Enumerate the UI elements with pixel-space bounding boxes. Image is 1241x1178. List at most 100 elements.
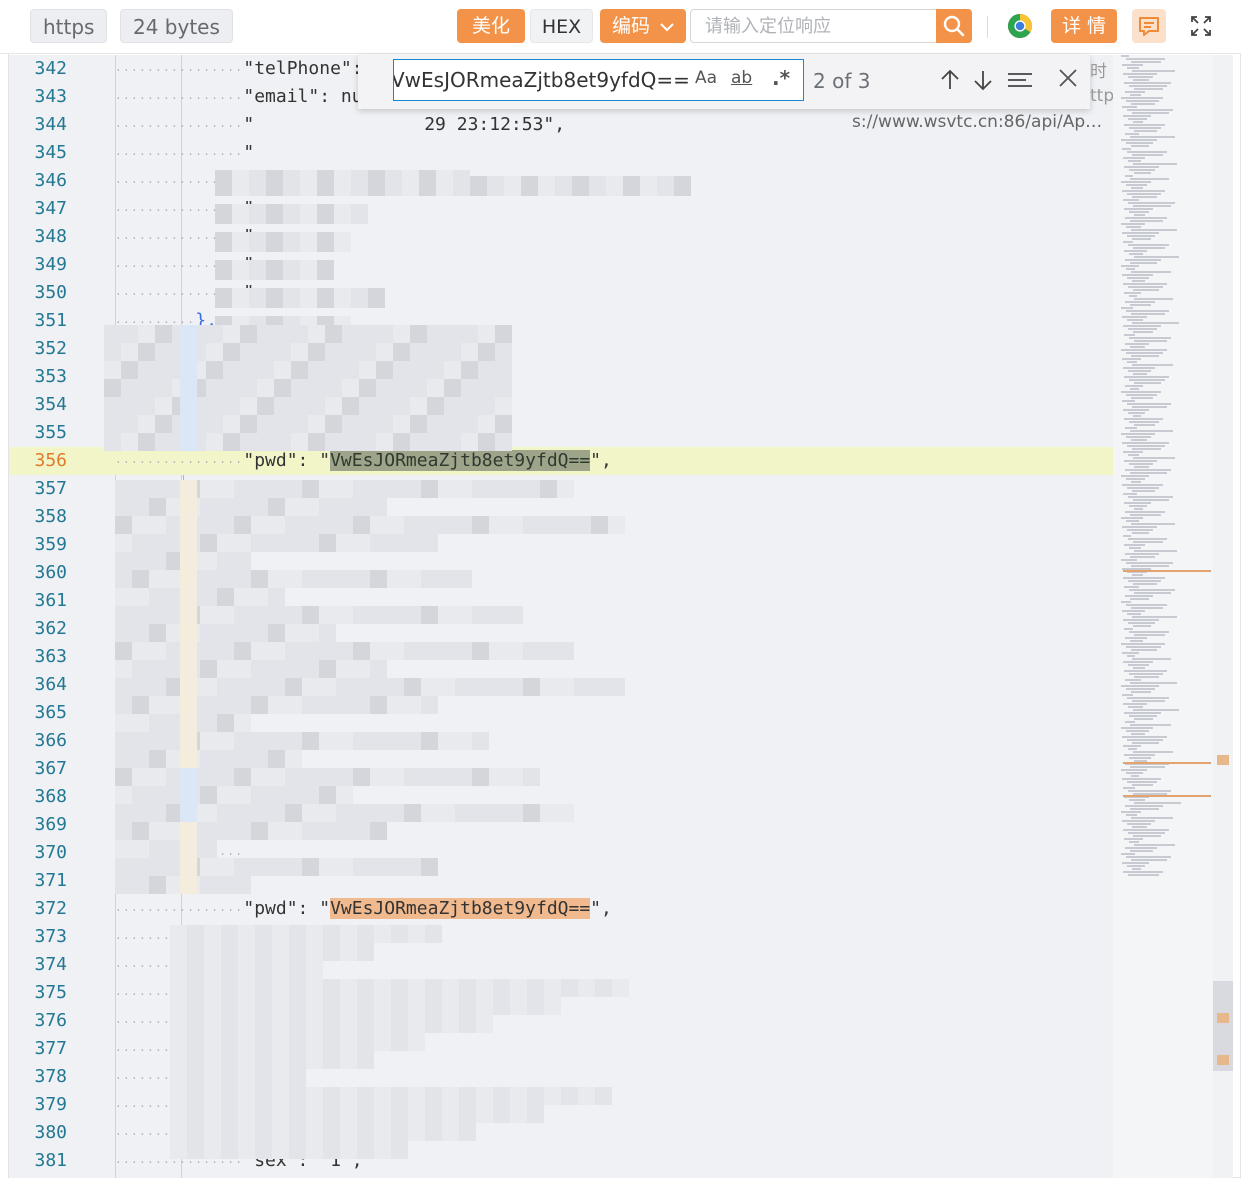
line-number[interactable]: 349 bbox=[9, 251, 67, 279]
blur-block bbox=[268, 858, 285, 876]
line-number[interactable]: 373 bbox=[9, 923, 67, 951]
line-number[interactable]: 380 bbox=[9, 1119, 67, 1147]
minimap-line bbox=[1126, 226, 1141, 228]
blur-block bbox=[200, 678, 217, 696]
line-number[interactable]: 379 bbox=[9, 1091, 67, 1119]
minimap[interactable] bbox=[1113, 55, 1213, 1178]
blur-block bbox=[234, 606, 251, 624]
encoding-dropdown[interactable]: 编码 bbox=[600, 9, 686, 43]
line-number[interactable]: 342 bbox=[9, 55, 67, 83]
line-number[interactable]: 368 bbox=[9, 783, 67, 811]
line-number[interactable]: 360 bbox=[9, 559, 67, 587]
blur-block bbox=[251, 822, 268, 840]
line-number[interactable]: 350 bbox=[9, 279, 67, 307]
blur-block bbox=[221, 943, 238, 961]
line-number[interactable]: 369 bbox=[9, 811, 67, 839]
minimap-line bbox=[1122, 484, 1163, 486]
hex-button[interactable]: HEX bbox=[530, 9, 593, 43]
line-number[interactable]: 346 bbox=[9, 167, 67, 195]
blur-block bbox=[234, 732, 251, 750]
minimap-line bbox=[1128, 244, 1169, 246]
line-number[interactable]: 347 bbox=[9, 195, 67, 223]
close-find-button[interactable] bbox=[1056, 66, 1082, 92]
find-in-selection-button[interactable] bbox=[1006, 67, 1032, 93]
line-number[interactable]: 363 bbox=[9, 643, 67, 671]
line-number[interactable]: 348 bbox=[9, 223, 67, 251]
minimap-line bbox=[1132, 322, 1179, 324]
blur-block bbox=[200, 534, 217, 552]
minimap-line bbox=[1128, 286, 1163, 288]
blur-block bbox=[268, 588, 285, 606]
blur-block bbox=[319, 570, 336, 588]
line-number[interactable]: 364 bbox=[9, 671, 67, 699]
beautify-button[interactable]: 美化 bbox=[457, 9, 525, 43]
blur-block bbox=[274, 325, 291, 343]
minimap-line bbox=[1125, 133, 1139, 135]
line-number[interactable]: 357 bbox=[9, 475, 67, 503]
line-number[interactable]: 344 bbox=[9, 111, 67, 139]
minimap-line bbox=[1129, 547, 1141, 549]
vertical-scrollbar[interactable] bbox=[1213, 55, 1233, 1178]
next-match-button[interactable] bbox=[970, 67, 996, 93]
blur-block bbox=[427, 325, 444, 343]
blur-block bbox=[180, 786, 197, 804]
line-number[interactable]: 374 bbox=[9, 951, 67, 979]
blur-block bbox=[472, 516, 489, 534]
line-number[interactable]: 356 bbox=[9, 447, 67, 475]
line-number[interactable]: 371 bbox=[9, 867, 67, 895]
blur-block bbox=[215, 232, 232, 252]
blur-block bbox=[255, 961, 272, 979]
line-number[interactable]: 352 bbox=[9, 335, 67, 363]
line-number[interactable]: 355 bbox=[9, 419, 67, 447]
line-number[interactable]: 362 bbox=[9, 615, 67, 643]
line-number[interactable]: 367 bbox=[9, 755, 67, 783]
line-number[interactable]: 358 bbox=[9, 503, 67, 531]
minimap-line bbox=[1131, 481, 1141, 483]
blur-block bbox=[221, 925, 238, 943]
minimap-line bbox=[1130, 346, 1145, 348]
line-number[interactable]: 370 bbox=[9, 839, 67, 867]
blur-block bbox=[187, 1105, 204, 1123]
line-number[interactable]: 365 bbox=[9, 699, 67, 727]
blur-block bbox=[268, 570, 285, 588]
blur-block bbox=[234, 480, 251, 498]
match-case-toggle[interactable]: Aa bbox=[695, 65, 717, 91]
line-number[interactable]: 372 bbox=[9, 895, 67, 923]
minimap-line bbox=[1127, 151, 1167, 153]
minimap-line bbox=[1126, 688, 1155, 690]
regex-toggle[interactable]: .* bbox=[772, 65, 790, 91]
open-in-chrome-button[interactable] bbox=[1003, 9, 1037, 43]
blur-block bbox=[493, 979, 510, 997]
line-number[interactable]: 381 bbox=[9, 1147, 67, 1175]
blur-block bbox=[232, 204, 249, 224]
minimap-line bbox=[1132, 784, 1153, 786]
previous-match-button[interactable] bbox=[937, 67, 963, 93]
line-number[interactable]: 378 bbox=[9, 1063, 67, 1091]
blur-block bbox=[200, 660, 217, 678]
blur-block bbox=[285, 678, 302, 696]
line-number[interactable]: 351 bbox=[9, 307, 67, 335]
blur-block bbox=[351, 204, 368, 224]
line-number[interactable]: 366 bbox=[9, 727, 67, 755]
blur-block bbox=[149, 804, 166, 822]
line-number[interactable]: 377 bbox=[9, 1035, 67, 1063]
line-number[interactable]: 361 bbox=[9, 587, 67, 615]
blur-block bbox=[421, 732, 438, 750]
line-number[interactable]: 354 bbox=[9, 391, 67, 419]
line-number[interactable]: 353 bbox=[9, 363, 67, 391]
line-number[interactable]: 343 bbox=[9, 83, 67, 111]
blur-block bbox=[374, 997, 391, 1015]
fullscreen-button[interactable] bbox=[1184, 9, 1218, 43]
details-button[interactable]: 详 情 bbox=[1051, 9, 1117, 43]
blur-block bbox=[370, 516, 387, 534]
whole-word-toggle[interactable]: ab bbox=[731, 65, 752, 91]
comment-button[interactable] bbox=[1132, 9, 1166, 43]
line-number[interactable]: 376 bbox=[9, 1007, 67, 1035]
line-number[interactable]: 359 bbox=[9, 531, 67, 559]
line-number[interactable]: 345 bbox=[9, 139, 67, 167]
locate-response-input[interactable] bbox=[691, 10, 937, 42]
line-number[interactable]: 375 bbox=[9, 979, 67, 1007]
locate-search-button[interactable] bbox=[936, 9, 972, 43]
blur-block bbox=[608, 516, 625, 534]
blur-block bbox=[217, 696, 234, 714]
